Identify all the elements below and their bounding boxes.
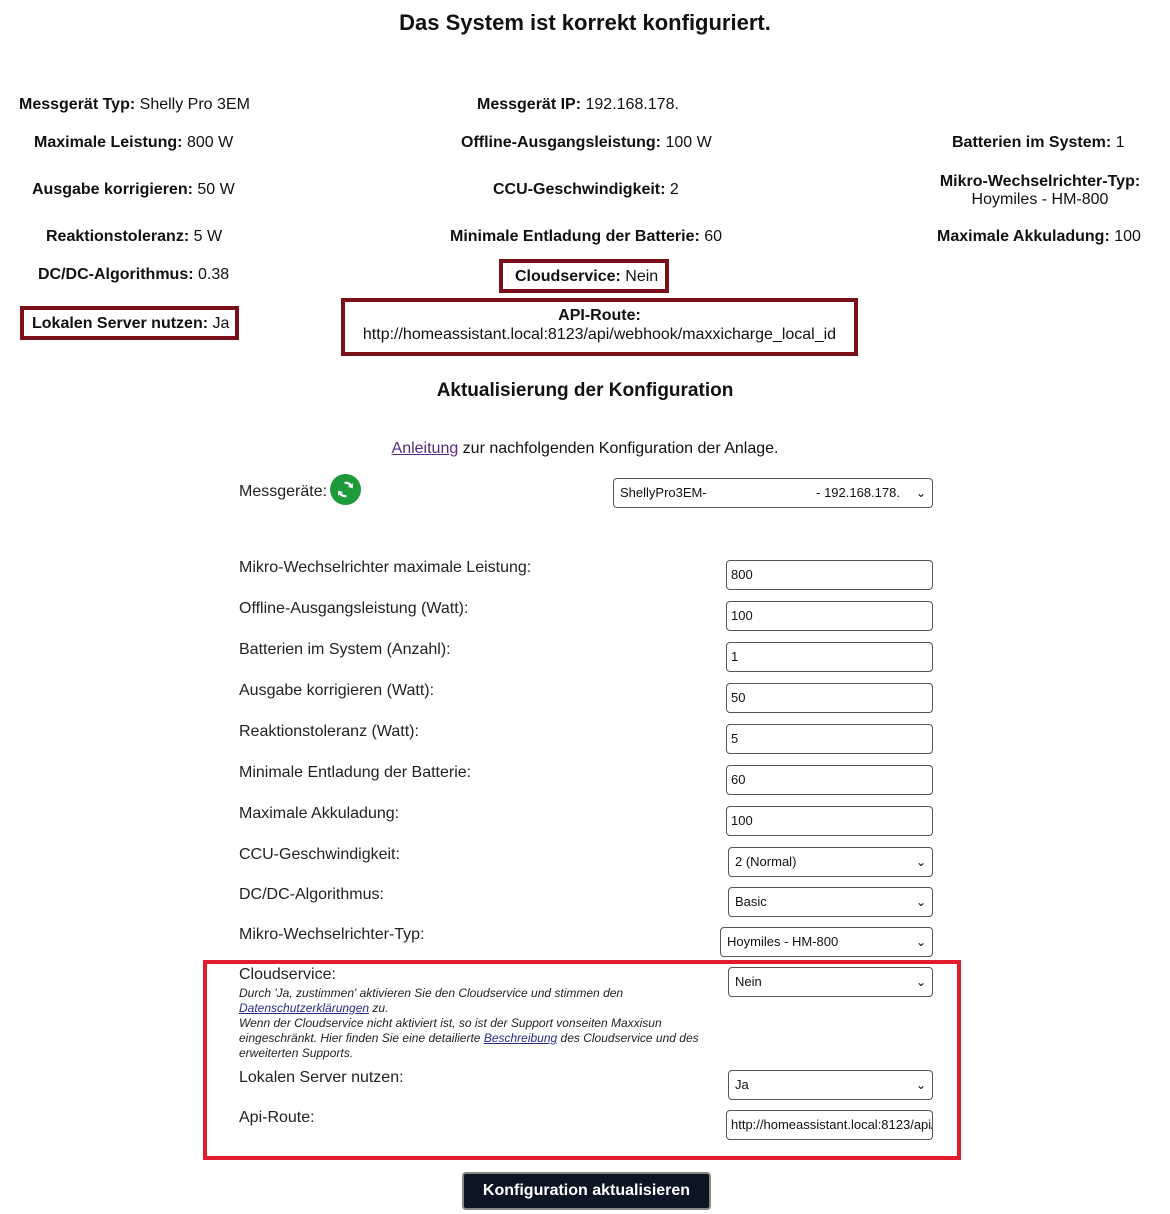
messgeraete-label: Messgeräte: (239, 483, 328, 500)
info-max-leistung: Maximale Leistung: 800 W (34, 134, 233, 152)
info-ausgabe-korrigieren: Ausgabe korrigieren: 50 W (32, 181, 235, 199)
cloud-note: Durch 'Ja, zustimmen' aktivieren Sie den… (239, 986, 724, 1061)
info-label: Minimale Entladung der Batterie: (450, 228, 700, 245)
lokal-selected: Ja (735, 1077, 749, 1092)
info-value: 50 W (197, 181, 235, 198)
info-wr-typ: Mikro-Wechselrichter-Typ: Hoymiles - HM-… (930, 173, 1150, 209)
help-text-rest: zur nachfolgenden Konfiguration der Anla… (458, 440, 779, 457)
dcdc-label: DC/DC-Algorithmus: (239, 886, 384, 903)
batterien-input[interactable]: 1 (726, 642, 933, 672)
info-label: Maximale Leistung: (34, 134, 183, 151)
info-label: Cloudservice: (515, 268, 621, 285)
dcdc-select[interactable]: Basic ⌄ (728, 887, 933, 917)
info-label: Lokalen Server nutzen: (32, 315, 209, 332)
batterien-label: Batterien im System (Anzahl): (239, 641, 451, 658)
reaktion-input[interactable]: 5 (726, 724, 933, 754)
info-messgeraet-typ: Messgerät Typ: Shelly Pro 3EM (19, 96, 250, 114)
info-value: Nein (625, 268, 659, 285)
info-label: Offline-Ausgangsleistung: (461, 134, 661, 151)
wr-max-label: Mikro-Wechselrichter maximale Leistung: (239, 559, 532, 576)
min-entladung-input[interactable]: 60 (726, 765, 933, 795)
ccu-label: CCU-Geschwindigkeit: (239, 846, 400, 863)
max-akku-label: Maximale Akkuladung: (239, 805, 400, 822)
api-label: Api-Route: (239, 1109, 315, 1126)
info-lokaler-server: Lokalen Server nutzen: Ja (20, 306, 239, 340)
messgeraete-select[interactable]: ShellyPro3EM- - 192.168.178. ⌄ (613, 478, 933, 508)
info-label: API-Route: (558, 307, 641, 324)
chevron-down-icon: ⌄ (915, 855, 926, 869)
cloud-label: Cloudservice: (239, 966, 336, 983)
messgeraete-selected-name: ShellyPro3EM- (620, 485, 707, 500)
max-akku-input[interactable]: 100 (726, 806, 933, 836)
help-text: Anleitung zur nachfolgenden Konfiguratio… (0, 440, 1170, 458)
info-value: 5 W (193, 228, 223, 245)
info-value: 1 (1115, 134, 1125, 151)
cloud-selected: Nein (735, 974, 762, 989)
wr-typ-select[interactable]: Hoymiles - HM-800 ⌄ (720, 927, 933, 957)
cloud-note-suffix: zu. (369, 1001, 389, 1015)
wr-typ-label: Mikro-Wechselrichter-Typ: (239, 926, 425, 943)
ccu-select[interactable]: 2 (Normal) ⌄ (728, 847, 933, 877)
reaktion-label: Reaktionstoleranz (Watt): (239, 723, 419, 740)
chevron-down-icon: ⌄ (915, 486, 926, 500)
info-value: Ja (212, 315, 230, 332)
info-messgeraet-ip: Messgerät IP: 192.168.178. (477, 96, 679, 114)
info-label: Messgerät IP: (477, 96, 582, 113)
privacy-link[interactable]: Datenschutzerklärungen (239, 1001, 369, 1015)
refresh-icon[interactable] (330, 474, 361, 505)
info-value: Hoymiles - HM-800 (971, 191, 1109, 208)
info-reaktionstoleranz: Reaktionstoleranz: 5 W (46, 228, 222, 246)
info-label: Batterien im System: (952, 134, 1112, 151)
submit-config-button[interactable]: Konfiguration aktualisieren (462, 1172, 711, 1210)
info-label: Reaktionstoleranz: (46, 228, 190, 245)
info-value: 192.168.178. (585, 96, 679, 113)
info-label: DC/DC-Algorithmus: (38, 266, 194, 283)
info-dcdc: DC/DC-Algorithmus: 0.38 (38, 266, 229, 284)
info-value: 0.38 (198, 266, 230, 283)
api-route-input[interactable]: http://homeassistant.local:8123/api/webh… (726, 1110, 933, 1140)
min-entladung-label: Minimale Entladung der Batterie: (239, 764, 472, 781)
info-batterien: Batterien im System: 1 (952, 134, 1125, 152)
info-api-route: API-Route: http://homeassistant.local:81… (341, 298, 858, 356)
info-value: http://homeassistant.local:8123/api/webh… (362, 326, 837, 343)
info-label: Ausgabe korrigieren: (32, 181, 193, 198)
config-section-title: Aktualisierung der Konfiguration (436, 380, 734, 401)
ausgabe-label: Ausgabe korrigieren (Watt): (239, 682, 435, 699)
cloud-select[interactable]: Nein ⌄ (728, 967, 933, 997)
chevron-down-icon: ⌄ (915, 935, 926, 949)
info-ccu-speed: CCU-Geschwindigkeit: 2 (493, 181, 679, 199)
info-value: 100 (1114, 228, 1141, 245)
info-value: 800 W (186, 134, 234, 151)
info-value: 100 W (665, 134, 712, 151)
anleitung-link[interactable]: Anleitung (392, 440, 459, 457)
description-link[interactable]: Beschreibung (484, 1031, 557, 1045)
info-value: 60 (704, 228, 723, 245)
wr-max-input[interactable]: 800 (726, 560, 933, 590)
lokal-select[interactable]: Ja ⌄ (728, 1070, 933, 1100)
info-offline-ausgang: Offline-Ausgangsleistung: 100 W (461, 134, 712, 152)
chevron-down-icon: ⌄ (915, 895, 926, 909)
info-cloudservice: Cloudservice: Nein (499, 259, 669, 293)
info-label: CCU-Geschwindigkeit: (493, 181, 666, 198)
info-label: Messgerät Typ: (19, 96, 136, 113)
info-label: Mikro-Wechselrichter-Typ: (939, 173, 1141, 190)
chevron-down-icon: ⌄ (915, 975, 926, 989)
info-value: 2 (669, 181, 679, 198)
messgeraete-selected-ip: - 192.168.178. (816, 485, 900, 500)
offline-input[interactable]: 100 (726, 601, 933, 631)
page-title: Das System ist korrekt konfiguriert. (399, 10, 771, 35)
ausgabe-input[interactable]: 50 (726, 683, 933, 713)
wr-typ-selected: Hoymiles - HM-800 (727, 934, 839, 949)
info-max-akkuladung: Maximale Akkuladung: 100 (937, 228, 1141, 246)
offline-label: Offline-Ausgangsleistung (Watt): (239, 600, 469, 617)
info-label: Maximale Akkuladung: (937, 228, 1110, 245)
cloud-note-line1: Durch 'Ja, zustimmen' aktivieren Sie den… (239, 986, 624, 1000)
ccu-selected: 2 (Normal) (735, 854, 797, 869)
info-value: Shelly Pro 3EM (139, 96, 250, 113)
info-min-entladung: Minimale Entladung der Batterie: 60 (450, 228, 722, 246)
chevron-down-icon: ⌄ (915, 1078, 926, 1092)
lokal-label: Lokalen Server nutzen: (239, 1069, 404, 1086)
dcdc-selected: Basic (735, 894, 767, 909)
